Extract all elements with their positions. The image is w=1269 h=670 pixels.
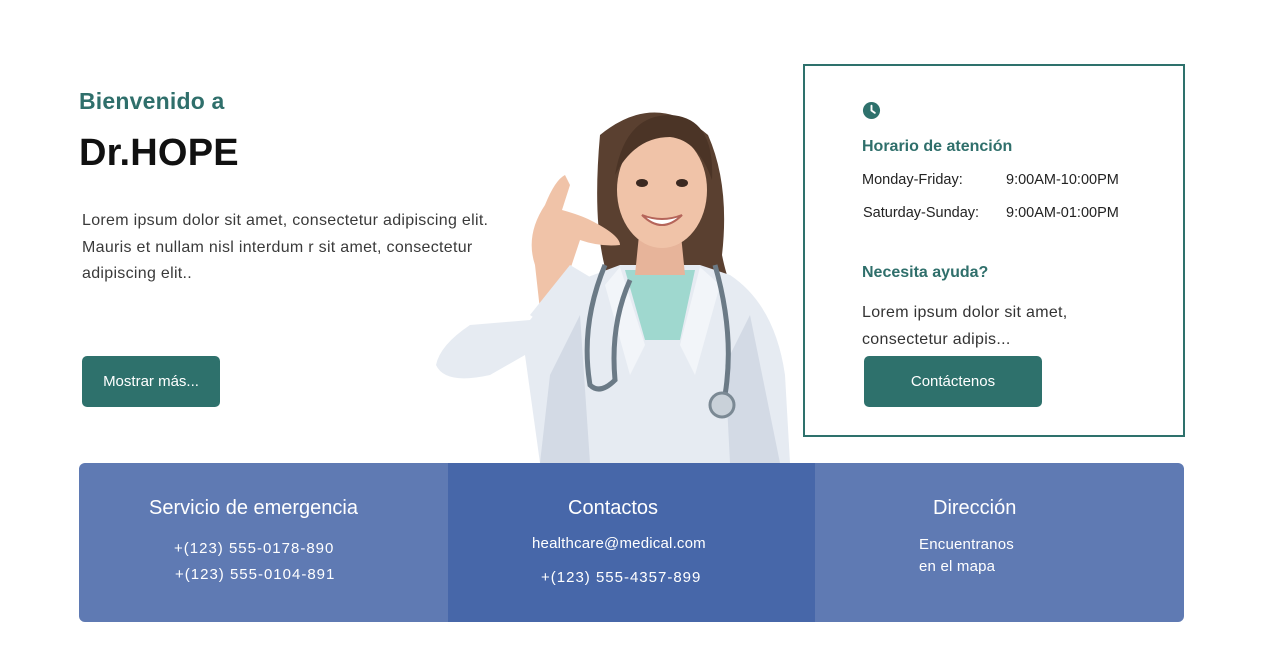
hours-title: Horario de atención <box>862 138 1013 155</box>
contacts-section: Contactos healthcare@medical.com +(123) … <box>448 463 815 622</box>
brand-title: Dr.HOPE <box>79 132 239 174</box>
schedule-time: 9:00AM-10:00PM <box>1006 172 1119 188</box>
contact-phone[interactable]: +(123) 555-4357-899 <box>541 569 701 586</box>
emergency-section: Servicio de emergencia +(123) 555-0178-8… <box>79 463 448 622</box>
emergency-phone[interactable]: +(123) 555-0104-891 <box>175 566 335 583</box>
schedule-days: Monday-Friday: <box>862 172 963 188</box>
emergency-title: Servicio de emergencia <box>149 497 358 519</box>
emergency-phone[interactable]: +(123) 555-0178-890 <box>174 540 334 557</box>
welcome-text: Bienvenido a <box>79 88 225 114</box>
show-more-button[interactable]: Mostrar más... <box>82 356 220 407</box>
contact-email[interactable]: healthcare@medical.com <box>532 535 706 552</box>
schedule-days: Saturday-Sunday: <box>863 205 980 221</box>
help-text: Lorem ipsum dolor sit amet, consectetur … <box>862 304 1068 348</box>
address-title: Dirección <box>933 497 1017 519</box>
address-line[interactable]: Encuentranos <box>919 536 1014 553</box>
contact-button[interactable]: Contáctenos <box>864 356 1042 407</box>
doctor-image <box>436 112 790 463</box>
address-line[interactable]: en el mapa <box>919 558 995 575</box>
address-section: Dirección Encuentranos en el mapa <box>815 463 1184 622</box>
contacts-title: Contactos <box>568 497 659 519</box>
clock-icon <box>862 101 881 120</box>
info-bar: Servicio de emergencia +(123) 555-0178-8… <box>79 463 1184 622</box>
help-title: Necesita ayuda? <box>862 264 989 281</box>
schedule-time: 9:00AM-01:00PM <box>1006 205 1119 221</box>
